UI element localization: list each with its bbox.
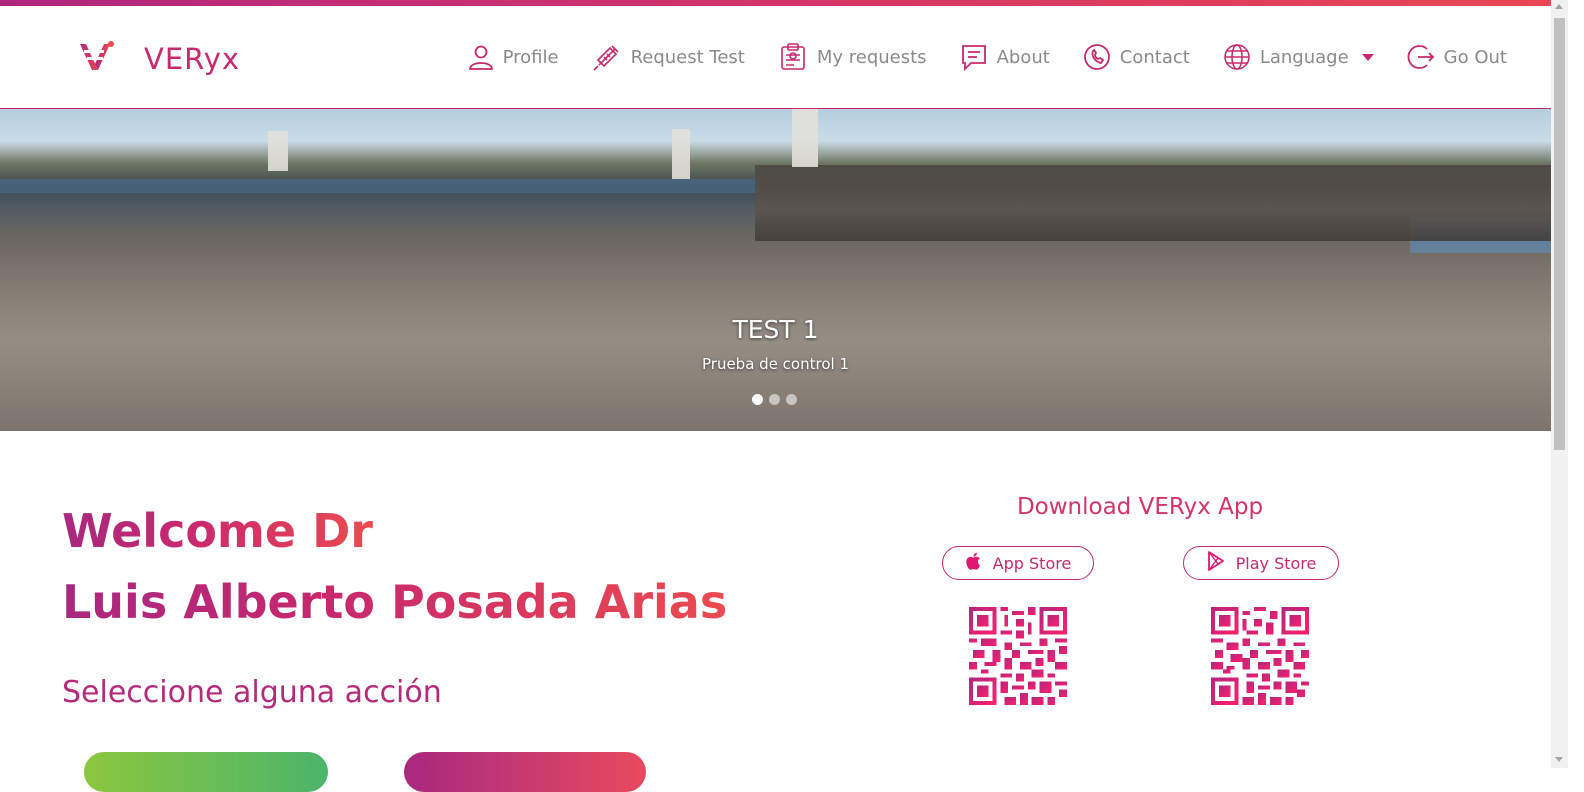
nav-my-requests[interactable]: My requests (778, 42, 927, 72)
carousel-subtitle: Prueba de control 1 (702, 355, 849, 373)
nav-my-requests-label: My requests (816, 46, 927, 68)
scroll-down-arrow-icon[interactable] (1555, 757, 1563, 762)
action-prompt: Seleccione alguna acción (62, 675, 442, 710)
app-store-label: App Store (992, 553, 1072, 573)
carousel-indicators (752, 394, 797, 405)
veryx-logo-icon (78, 40, 116, 78)
main-nav: Profile Request Test My requests About C… (435, 42, 1507, 72)
site-header: VERyx Profile Request Test My requests A… (0, 6, 1551, 109)
hero-background-post (672, 129, 690, 179)
clipboard-icon (778, 42, 808, 72)
welcome-heading: Welcome Dr (62, 504, 373, 558)
apple-icon (965, 551, 983, 575)
nav-request-test[interactable]: Request Test (592, 42, 745, 72)
doctor-name: Luis Alberto Posada Arias (62, 575, 728, 629)
nav-language[interactable]: Language (1223, 43, 1374, 71)
hero-background-dock (755, 165, 1551, 241)
message-icon (960, 43, 988, 71)
nav-request-test-label: Request Test (630, 46, 745, 68)
nav-contact-label: Contact (1119, 46, 1190, 68)
hero-background-post (268, 131, 288, 171)
logout-icon (1407, 43, 1435, 71)
nav-language-label: Language (1259, 46, 1349, 68)
primary-action-button[interactable] (84, 752, 328, 792)
carousel-indicator-3[interactable] (786, 394, 797, 405)
nav-contact[interactable]: Contact (1083, 43, 1190, 71)
nav-go-out[interactable]: Go Out (1407, 43, 1507, 71)
globe-icon (1223, 43, 1251, 71)
carousel-title: TEST 1 (732, 315, 819, 344)
scroll-up-arrow-icon[interactable] (1555, 4, 1563, 9)
app-store-qr-code (969, 607, 1067, 705)
nav-about[interactable]: About (960, 43, 1050, 71)
carousel-indicator-2[interactable] (769, 394, 780, 405)
nav-profile-label: Profile (502, 46, 559, 68)
nav-profile[interactable]: Profile (468, 44, 559, 70)
user-icon (468, 44, 494, 70)
play-store-label: Play Store (1235, 553, 1317, 573)
brand-name: VERyx (144, 42, 241, 76)
secondary-action-button[interactable] (404, 752, 646, 792)
hero-background-post (792, 109, 818, 167)
app-store-button[interactable]: App Store (942, 546, 1094, 580)
play-store-icon (1206, 551, 1226, 575)
phone-icon (1083, 43, 1111, 71)
brand-logo[interactable]: VERyx (78, 40, 240, 78)
hero-background-water (0, 179, 760, 193)
carousel-indicator-1[interactable] (752, 394, 763, 405)
chevron-down-icon (1361, 53, 1374, 61)
scrollbar-thumb[interactable] (1554, 18, 1565, 450)
download-title: Download VERyx App (1016, 494, 1264, 520)
vertical-scrollbar[interactable] (1551, 0, 1568, 768)
nav-go-out-label: Go Out (1443, 46, 1507, 68)
play-store-button[interactable]: Play Store (1183, 546, 1339, 580)
hero-carousel[interactable]: TEST 1 Prueba de control 1 (0, 109, 1551, 431)
syringe-icon (592, 42, 622, 72)
nav-about-label: About (996, 46, 1050, 68)
play-store-qr-code (1211, 607, 1309, 705)
